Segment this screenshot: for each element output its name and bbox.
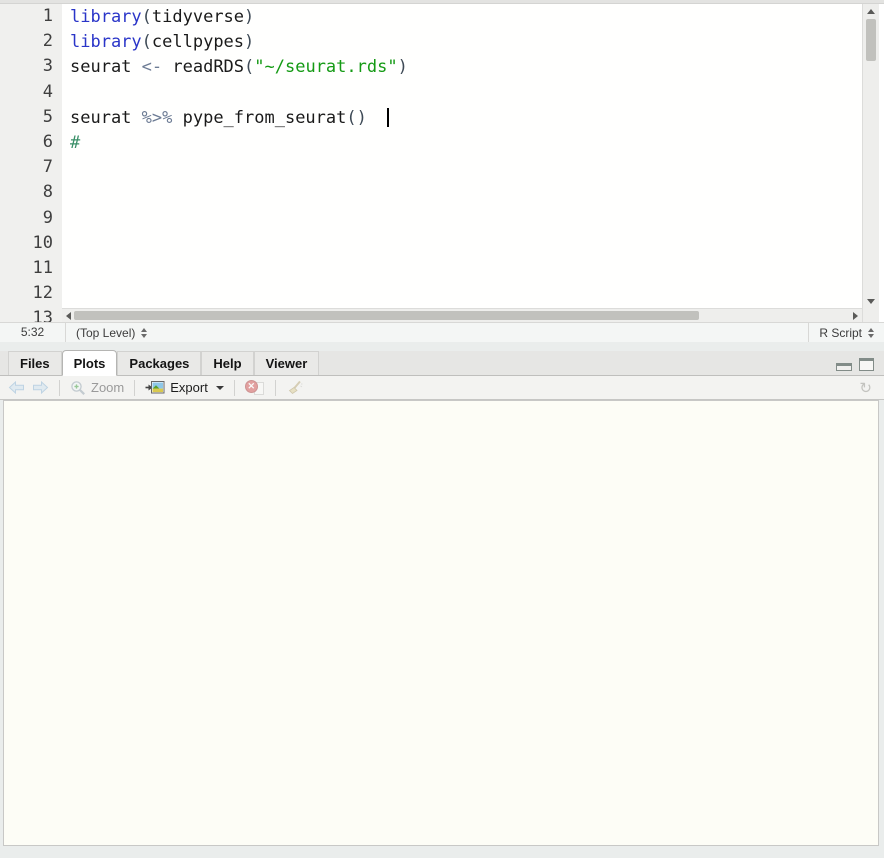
clear-all-plots-button[interactable] bbox=[286, 380, 303, 396]
magnifier-icon bbox=[70, 380, 86, 396]
line-number: 3 bbox=[0, 54, 53, 79]
scope-label: (Top Level) bbox=[76, 326, 135, 340]
vertical-scrollbar[interactable] bbox=[862, 4, 879, 308]
chevron-down-icon bbox=[216, 386, 224, 390]
zoom-plot-button[interactable]: Zoom bbox=[70, 380, 124, 396]
plots-pane: FilesPlotsPackagesHelpViewer bbox=[0, 351, 884, 846]
horizontal-scrollbar[interactable] bbox=[62, 308, 862, 322]
rstudio-window: 12345678910111213 library(tidyverse)libr… bbox=[0, 0, 884, 858]
back-arrow-icon bbox=[8, 381, 25, 394]
gutter: 12345678910111213 bbox=[0, 4, 62, 322]
line-number: 11 bbox=[0, 256, 53, 281]
updown-icon bbox=[868, 328, 874, 338]
next-plot-button[interactable] bbox=[32, 381, 49, 394]
scroll-left-icon[interactable] bbox=[66, 312, 71, 320]
code-line: # bbox=[70, 131, 862, 156]
tab-help[interactable]: Help bbox=[201, 351, 253, 375]
forward-arrow-icon bbox=[32, 381, 49, 394]
pane-tab-bar: FilesPlotsPackagesHelpViewer bbox=[0, 351, 884, 376]
updown-icon bbox=[141, 328, 147, 338]
scroll-right-icon[interactable] bbox=[853, 312, 858, 320]
tab-packages[interactable]: Packages bbox=[117, 351, 201, 375]
export-plot-button[interactable]: Export bbox=[145, 380, 224, 395]
code-line: library(tidyverse) bbox=[70, 5, 862, 30]
file-type-label: R Script bbox=[819, 326, 862, 340]
tab-viewer[interactable]: Viewer bbox=[254, 351, 320, 375]
scroll-up-icon[interactable] bbox=[867, 9, 875, 14]
scroll-down-icon[interactable] bbox=[867, 299, 875, 304]
tab-list: FilesPlotsPackagesHelpViewer bbox=[8, 350, 319, 375]
tab-files[interactable]: Files bbox=[8, 351, 62, 375]
line-number: 1 bbox=[0, 4, 53, 29]
horizontal-scrollbar-thumb[interactable] bbox=[74, 311, 699, 320]
broom-icon bbox=[286, 380, 303, 396]
source-editor-pane: 12345678910111213 library(tidyverse)libr… bbox=[0, 4, 884, 342]
refresh-plot-icon[interactable]: ↻ bbox=[859, 379, 872, 397]
remove-plot-button[interactable]: ✕ bbox=[245, 380, 265, 396]
cursor-position-label: 5:32 bbox=[0, 323, 66, 342]
line-number: 2 bbox=[0, 29, 53, 54]
line-number: 10 bbox=[0, 231, 53, 256]
line-number: 5 bbox=[0, 105, 53, 130]
code-line bbox=[70, 81, 862, 106]
tab-plots[interactable]: Plots bbox=[62, 350, 118, 376]
line-number: 12 bbox=[0, 281, 53, 306]
minimize-pane-icon[interactable] bbox=[836, 363, 852, 371]
scrollbar-corner bbox=[862, 308, 879, 322]
line-number: 8 bbox=[0, 180, 53, 205]
line-number: 7 bbox=[0, 155, 53, 180]
line-number: 9 bbox=[0, 206, 53, 231]
code-line: seurat %>% pype_from_seurat() bbox=[70, 106, 862, 131]
maximize-pane-icon[interactable] bbox=[859, 358, 874, 371]
code-line: library(cellpypes) bbox=[70, 30, 862, 55]
export-image-icon bbox=[145, 380, 165, 395]
export-button-label: Export bbox=[170, 380, 208, 395]
previous-plot-button[interactable] bbox=[8, 381, 25, 394]
code-editor[interactable]: library(tidyverse)library(cellpypes)seur… bbox=[62, 4, 862, 308]
text-cursor bbox=[387, 108, 389, 127]
scope-selector[interactable]: (Top Level) bbox=[66, 323, 157, 342]
plots-toolbar: Zoom Export ✕ bbox=[0, 376, 884, 400]
file-type-selector[interactable]: R Script bbox=[808, 323, 884, 342]
line-number: 6 bbox=[0, 130, 53, 155]
zoom-button-label: Zoom bbox=[91, 380, 124, 395]
editor-status-bar: 5:32 (Top Level) R Script bbox=[0, 322, 884, 342]
line-number: 4 bbox=[0, 80, 53, 105]
red-x-icon: ✕ bbox=[245, 380, 258, 393]
vertical-scrollbar-thumb[interactable] bbox=[866, 19, 876, 61]
code-line: seurat <- readRDS("~/seurat.rds") bbox=[70, 55, 862, 80]
plot-display-area bbox=[3, 400, 879, 846]
line-number: 13 bbox=[0, 306, 53, 322]
